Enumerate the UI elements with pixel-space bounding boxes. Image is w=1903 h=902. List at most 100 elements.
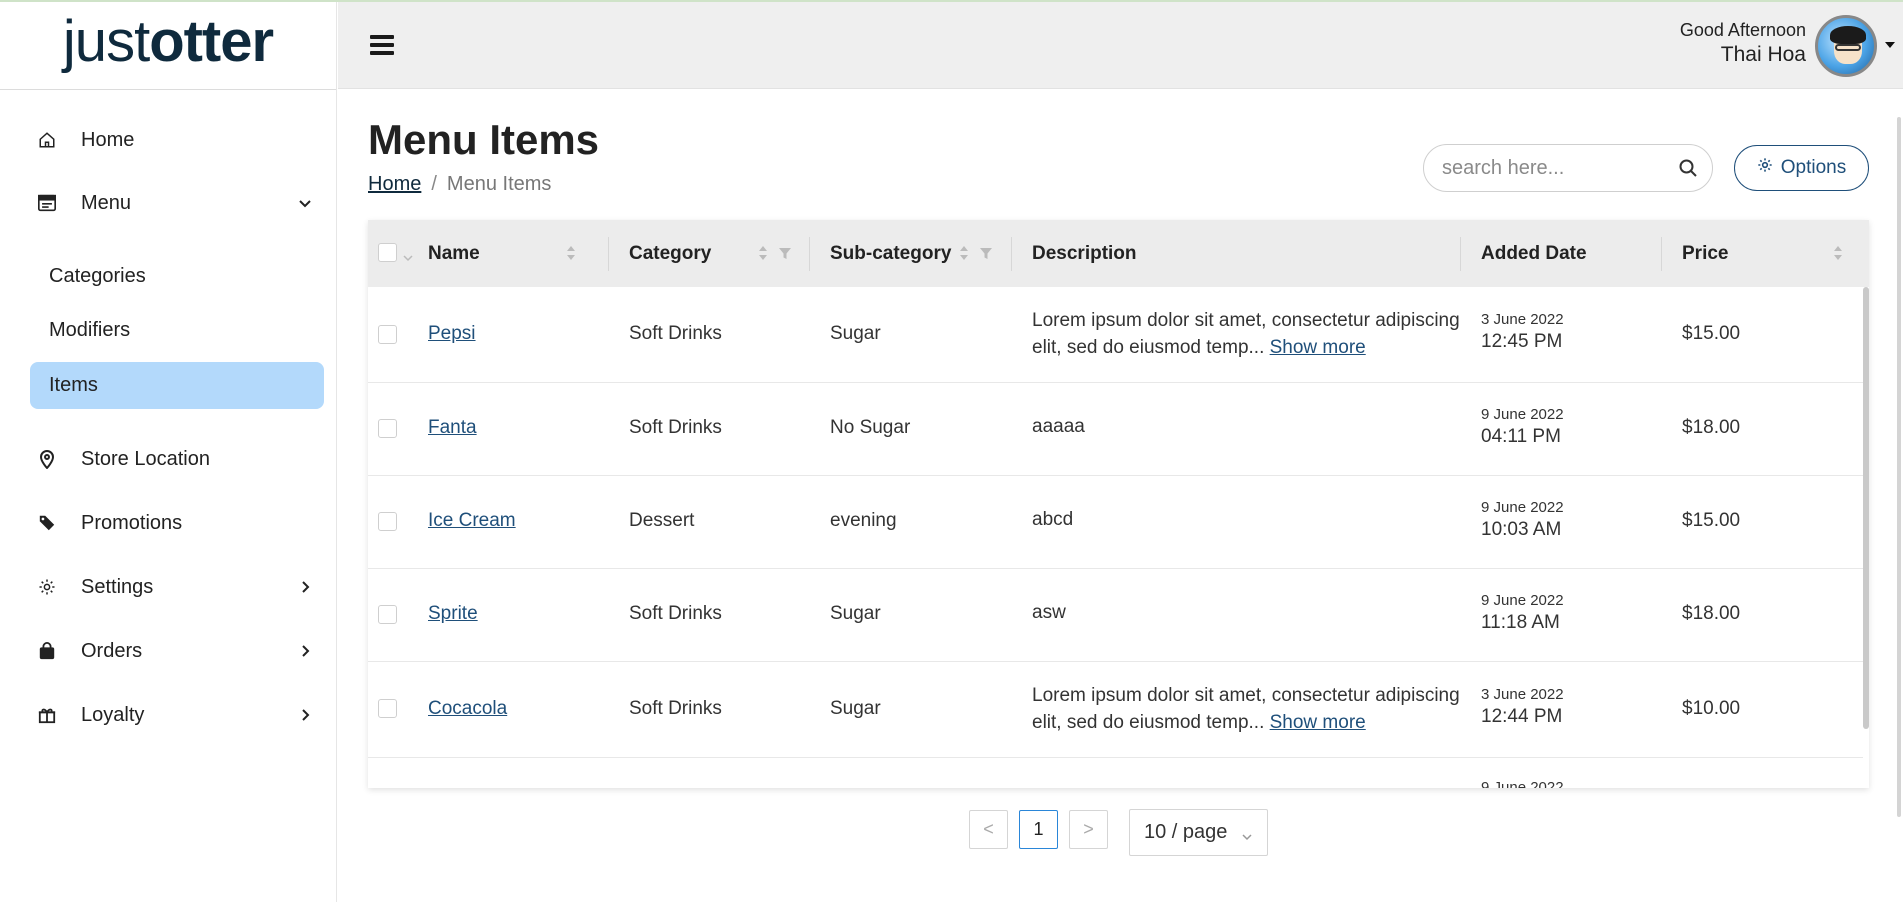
breadcrumb: Home / Menu Items: [368, 173, 551, 196]
filter-icon[interactable]: [979, 245, 993, 261]
price-cell: $18.00: [1682, 603, 1741, 624]
row-checkbox[interactable]: [378, 605, 397, 624]
column-header-subcategory[interactable]: Sub-category: [830, 220, 992, 287]
page-1-button[interactable]: 1: [1019, 810, 1058, 849]
filter-icon[interactable]: [778, 245, 792, 261]
sidebar-subitem-modifiers[interactable]: Modifiers: [30, 307, 324, 354]
hamburger-menu-icon[interactable]: [370, 35, 394, 55]
select-all-checkbox[interactable]: [378, 243, 397, 262]
table-row[interactable]: Cocacola Soft Drinks Sugar Lorem ipsum d…: [368, 662, 1863, 758]
category-cell: Soft Drinks: [629, 323, 722, 344]
sidebar-item-store-location[interactable]: Store Location: [0, 435, 337, 483]
subcategory-cell: evening: [830, 510, 897, 531]
price-cell: $18.00: [1682, 417, 1741, 438]
next-page-button[interactable]: >: [1069, 810, 1108, 849]
description-cell: asw: [1032, 602, 1066, 623]
column-divider: [1661, 237, 1662, 271]
item-name-cell: Cocacola: [428, 698, 507, 720]
price-cell: $10.00: [1682, 698, 1741, 719]
column-header-category[interactable]: Category: [629, 220, 791, 287]
added-date-cell: 9 June 2022 11:18 AM: [1481, 592, 1564, 634]
table-row[interactable]: Ice Cream Dessert evening abcd 9 June 20…: [368, 476, 1863, 569]
column-header-added-date: Added Date: [1481, 220, 1641, 287]
description-cell: aaaaa: [1032, 416, 1085, 437]
table-row[interactable]: Fanta Soft Drinks No Sugar aaaaa 9 June …: [368, 383, 1863, 476]
gift-icon: [36, 704, 58, 726]
row-checkbox[interactable]: [378, 325, 397, 344]
added-date-cell: 9 June 2022 10:03 AM: [1481, 499, 1564, 541]
row-checkbox[interactable]: [378, 419, 397, 438]
table-row[interactable]: Pepsi Soft Drinks Sugar Lorem ipsum dolo…: [368, 287, 1863, 383]
breadcrumb-home-link[interactable]: Home: [368, 173, 421, 195]
caret-down-icon[interactable]: [1885, 42, 1895, 48]
subcategory-cell: Sugar: [830, 323, 881, 344]
page-scrollbar[interactable]: [1897, 117, 1901, 817]
chevron-right-icon: [295, 705, 315, 725]
location-pin-icon: [36, 448, 58, 470]
sidebar-subitem-items[interactable]: Items: [30, 362, 324, 409]
item-name-cell: Pepsi: [428, 323, 476, 345]
user-greeting: Good Afternoon Thai Hoa: [1680, 20, 1806, 67]
brand-logo[interactable]: just otter: [0, 2, 336, 90]
gear-icon: [36, 576, 58, 598]
item-name-link[interactable]: Pepsi: [428, 323, 476, 344]
category-cell: Soft Drinks: [629, 603, 722, 624]
item-name-link[interactable]: Ice Cream: [428, 510, 516, 531]
time-text: 10:03 AM: [1481, 519, 1562, 540]
table-row[interactable]: 9 June 2022: [368, 758, 1863, 788]
page-size-value: 10 / page: [1144, 821, 1228, 843]
sort-icon[interactable]: [1833, 244, 1843, 262]
date-text: 3 June 2022: [1481, 686, 1564, 703]
avatar-hair: [1830, 26, 1866, 44]
table-row[interactable]: Sprite Soft Drinks Sugar asw 9 June 2022…: [368, 569, 1863, 662]
item-name-link[interactable]: Sprite: [428, 603, 478, 624]
item-name-link[interactable]: Cocacola: [428, 698, 507, 719]
row-checkbox[interactable]: [378, 699, 397, 718]
sort-icon[interactable]: [566, 244, 576, 262]
chevron-down-icon[interactable]: [403, 249, 413, 267]
sidebar-item-orders[interactable]: Orders: [0, 627, 337, 675]
home-icon: [36, 129, 58, 151]
sidebar-item-loyalty[interactable]: Loyalty: [0, 691, 337, 739]
menu-items-table: Name Category Sub-category Description A…: [368, 220, 1869, 788]
page-title: Menu Items: [368, 116, 600, 163]
added-date-cell: 3 June 2022 12:44 PM: [1481, 686, 1564, 728]
search-box: [1423, 144, 1713, 192]
row-checkbox[interactable]: [378, 512, 397, 531]
options-label: Options: [1780, 157, 1847, 178]
show-more-link[interactable]: Show more: [1270, 712, 1366, 733]
column-header-name[interactable]: Name: [428, 220, 575, 287]
category-cell: Dessert: [629, 510, 695, 531]
price-cell: $15.00: [1682, 510, 1741, 531]
table-scrollbar[interactable]: [1863, 287, 1869, 729]
show-more-link[interactable]: Show more: [1270, 337, 1366, 358]
category-cell: Soft Drinks: [629, 698, 722, 719]
time-text: 12:45 PM: [1481, 331, 1563, 352]
search-input[interactable]: [1442, 145, 1662, 191]
page-size-select[interactable]: 10 / page: [1129, 809, 1268, 856]
options-button[interactable]: Options: [1734, 145, 1869, 191]
avatar[interactable]: [1815, 15, 1877, 77]
column-divider: [1011, 237, 1012, 271]
column-title: Description: [1032, 242, 1137, 264]
column-divider: [608, 237, 609, 271]
sidebar-item-settings[interactable]: Settings: [0, 563, 337, 611]
sidebar-item-home[interactable]: Home: [0, 116, 337, 164]
search-icon[interactable]: [1678, 158, 1698, 178]
price-cell: $15.00: [1682, 323, 1741, 344]
column-header-description: Description: [1032, 220, 1332, 287]
added-date-cell: 9 June 2022 04:11 PM: [1481, 406, 1564, 448]
sort-icon[interactable]: [758, 244, 768, 262]
avatar-glasses: [1835, 44, 1861, 51]
sidebar-item-promotions[interactable]: Promotions: [0, 499, 337, 547]
sidebar-item-menu[interactable]: Menu: [0, 179, 337, 227]
item-name-cell: Fanta: [428, 417, 477, 439]
table-header: Name Category Sub-category Description A…: [368, 220, 1869, 287]
prev-page-button[interactable]: <: [969, 810, 1008, 849]
sort-icon[interactable]: [959, 244, 969, 262]
column-title: Added Date: [1481, 242, 1587, 264]
column-header-price[interactable]: Price: [1682, 220, 1852, 287]
sidebar-subitem-categories[interactable]: Categories: [30, 253, 324, 300]
added-date-cell: 3 June 2022 12:45 PM: [1481, 311, 1564, 353]
item-name-link[interactable]: Fanta: [428, 417, 477, 438]
